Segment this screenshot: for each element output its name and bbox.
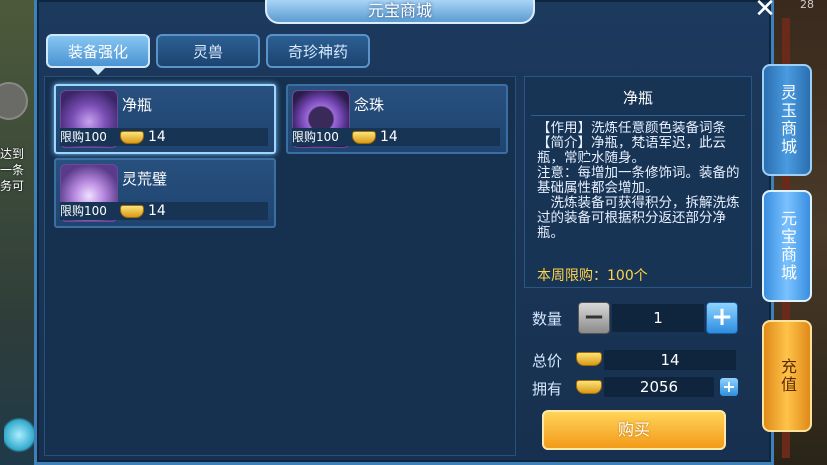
item-details-panel: 净瓶 【作用】洗炼任意颜色装备词条 【简介】净瓶，梵语军迟，此云瓶，常贮水随身。… [524,76,752,288]
owned-label: 拥有 [532,380,563,398]
side-tab-jade-shop[interactable]: 灵玉商城 [762,64,812,176]
butterfly-decoration [4,415,34,455]
weekly-limit: 本周限购：100个 [537,268,648,284]
item-card-vase[interactable]: 净瓶 限购100 14 [54,84,276,154]
close-button[interactable]: ✕ [748,0,782,24]
tab-rare-medicine[interactable]: 奇珍神药 [266,34,370,68]
gold-ingot-icon [352,131,376,144]
window-title-bar: 元宝商城 [265,0,535,24]
item-limit: 限购100 [292,130,339,144]
gold-ingot-icon [576,352,602,366]
item-name: 念珠 [354,96,385,114]
item-name: 灵荒璧 [122,170,168,188]
item-limit: 限购100 [60,130,107,144]
item-price: 14 [380,129,398,145]
decrease-quantity-button[interactable]: − [578,302,610,334]
quantity-label: 数量 [532,310,563,328]
details-line: 【作用】洗炼任意颜色装备词条 [537,121,726,136]
gold-ingot-icon [120,131,144,144]
corner-indicator: 28 [800,0,814,11]
details-line: 洗炼装备可获得积分，拆解洗炼过的装备可根据积分返还部分净瓶。 [537,195,740,241]
buy-button[interactable]: 购买 [542,410,726,450]
side-tab-ingot-shop[interactable]: 元宝商城 [762,190,812,302]
total-price-label: 总价 [532,352,563,370]
increase-quantity-button[interactable]: + [706,302,738,334]
item-price: 14 [148,129,166,145]
details-line: 注意：每增加一条修饰词。装备的基础属性都会增加。 [537,165,740,196]
item-name: 净瓶 [122,96,153,114]
details-divider [531,115,745,116]
background-avatar [0,82,28,120]
window-title: 元宝商城 [367,1,432,20]
total-price-value: 14 [604,350,736,370]
item-price: 14 [148,203,166,219]
quantity-input[interactable]: 1 [612,304,704,332]
background-text: 达到 一条 务可 [0,147,25,193]
add-currency-button[interactable]: + [720,378,738,396]
gold-ingot-icon [120,205,144,218]
item-limit: 限购100 [60,204,107,218]
item-card-prayer-beads[interactable]: 念珠 限购100 14 [286,84,508,154]
gold-ingot-icon [576,380,602,394]
owned-value: 2056 [604,377,714,397]
item-card-jade-disc[interactable]: 灵荒璧 限购100 14 [54,158,276,228]
active-tab-pointer [91,68,105,75]
details-description[interactable]: 【作用】洗炼任意颜色装备词条 【简介】净瓶，梵语军迟，此云瓶，常贮水随身。 注意… [537,121,745,261]
tab-spirit-beast[interactable]: 灵兽 [156,34,260,68]
tab-equipment-enhance[interactable]: 装备强化 [46,34,150,68]
side-tab-recharge[interactable]: 充值 [762,320,812,432]
details-title: 净瓶 [622,89,653,107]
details-line: 【简介】净瓶，梵语军迟，此云瓶，常贮水随身。 [537,135,726,166]
